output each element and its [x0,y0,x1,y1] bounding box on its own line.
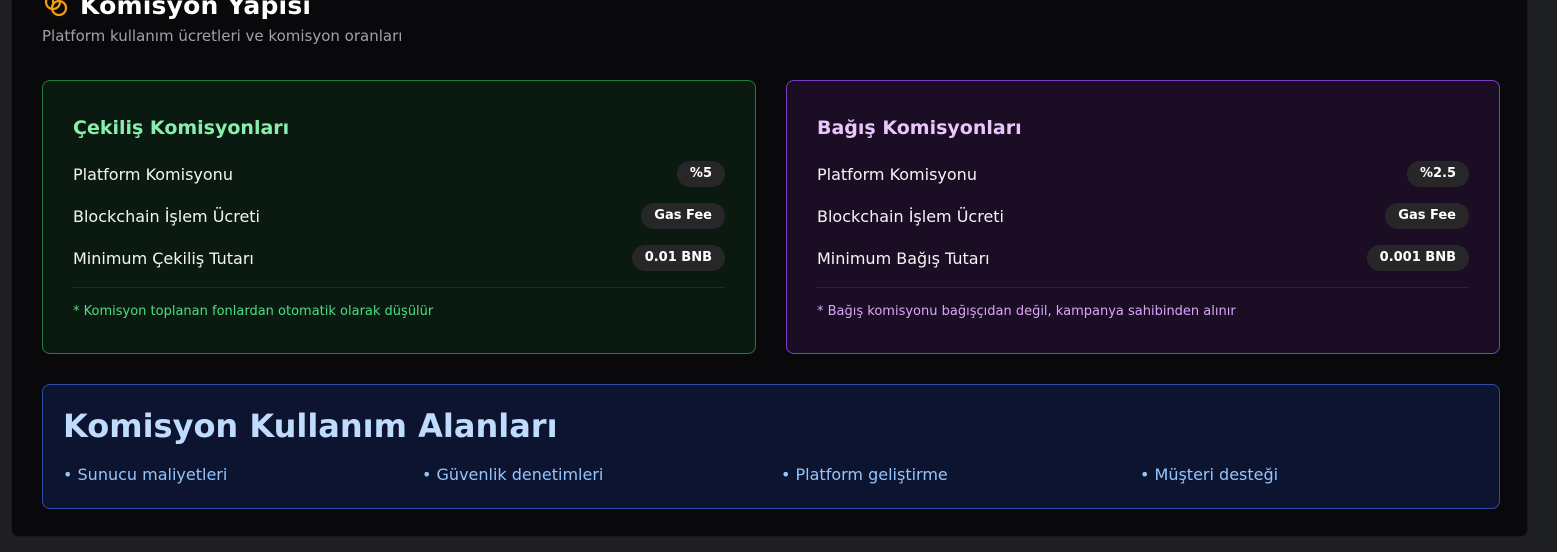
cekilis-row-gas: Blockchain İşlem Ücreti Gas Fee [73,202,725,230]
cekilis-commission-card: Çekiliş Komisyonları Platform Komisyonu … [42,80,756,354]
value-badge: %5 [676,161,725,187]
usage-item-support: • Müşteri desteği [1140,465,1279,484]
bagis-note: * Bağış komisyonu bağışçıdan değil, kamp… [817,304,1236,319]
page-subtitle: Platform kullanım ücretleri ve komisyon … [42,27,403,45]
usage-item-security: • Güvenlik denetimleri [422,465,604,484]
row-label: Platform Komisyonu [73,164,233,184]
title-row: Komisyon Yapısı [42,0,311,21]
cekilis-note: * Komisyon toplanan fonlardan otomatik o… [73,304,434,319]
divider [817,287,1469,288]
commission-panel: Komisyon Yapısı Platform kullanım ücretl… [11,0,1528,537]
bagis-row-platform: Platform Komisyonu %2.5 [817,160,1469,188]
divider [73,287,725,288]
bagis-row-minimum: Minimum Bağış Tutarı 0.001 BNB [817,244,1469,272]
page-title: Komisyon Yapısı [80,0,312,20]
bagis-row-gas: Blockchain İşlem Ücreti Gas Fee [817,202,1469,230]
row-label: Minimum Bağış Tutarı [817,248,990,268]
bagis-commission-card: Bağış Komisyonları Platform Komisyonu %2… [786,80,1500,354]
value-badge: Gas Fee [641,203,725,229]
cekilis-row-platform: Platform Komisyonu %5 [73,160,725,188]
usage-title: Komisyon Kullanım Alanları [63,407,558,445]
value-badge: 0.001 BNB [1366,245,1469,271]
row-label: Blockchain İşlem Ücreti [73,206,260,226]
cekilis-row-minimum: Minimum Çekiliş Tutarı 0.01 BNB [73,244,725,272]
cekilis-card-title: Çekiliş Komisyonları [73,117,290,139]
commission-usage-card: Komisyon Kullanım Alanları • Sunucu mali… [42,384,1500,509]
coins-icon [44,0,68,17]
value-badge: %2.5 [1406,161,1469,187]
row-label: Minimum Çekiliş Tutarı [73,248,254,268]
row-label: Blockchain İşlem Ücreti [817,206,1004,226]
row-label: Platform Komisyonu [817,164,977,184]
value-badge: Gas Fee [1385,203,1469,229]
usage-item-server: • Sunucu maliyetleri [63,465,228,484]
usage-list: • Sunucu maliyetleri • Güvenlik denetiml… [63,465,1499,484]
bagis-card-title: Bağış Komisyonları [817,117,1022,139]
value-badge: 0.01 BNB [631,245,725,271]
usage-item-development: • Platform geliştirme [781,465,948,484]
